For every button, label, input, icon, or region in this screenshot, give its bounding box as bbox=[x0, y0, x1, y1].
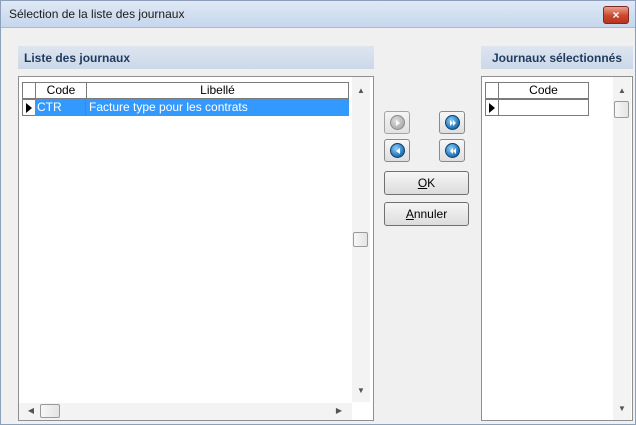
column-header-code[interactable]: Code bbox=[498, 82, 589, 99]
vertical-scrollbar[interactable]: ▲ ▼ bbox=[613, 77, 631, 420]
table-row[interactable]: CTR Facture type pour les contrats bbox=[35, 99, 349, 116]
cell-libelle: Facture type pour les contrats bbox=[89, 100, 248, 114]
title-bar[interactable]: Sélection de la liste des journaux × bbox=[1, 1, 635, 28]
scroll-up-icon[interactable]: ▲ bbox=[352, 83, 370, 99]
double-arrow-left-icon bbox=[445, 143, 460, 158]
scroll-down-icon[interactable]: ▼ bbox=[352, 383, 370, 399]
add-all-button[interactable] bbox=[439, 111, 465, 134]
close-icon: × bbox=[612, 8, 620, 22]
add-one-button[interactable] bbox=[384, 111, 410, 134]
scroll-down-icon[interactable]: ▼ bbox=[613, 401, 631, 417]
row-indicator bbox=[485, 99, 499, 116]
selected-journals-grid[interactable]: Code ▲ ▼ bbox=[481, 76, 633, 421]
scroll-up-icon[interactable]: ▲ bbox=[613, 83, 631, 99]
current-row-icon bbox=[26, 103, 32, 113]
vertical-scroll-thumb[interactable] bbox=[614, 101, 629, 118]
header-corner-cell bbox=[485, 82, 499, 99]
vertical-scrollbar[interactable]: ▲ ▼ bbox=[352, 77, 370, 402]
scroll-right-icon[interactable]: ▶ bbox=[330, 403, 348, 419]
journal-list-grid[interactable]: Code Libellé CTR Facture type pour les c… bbox=[18, 76, 374, 421]
cancel-mnemonic: A bbox=[405, 207, 414, 221]
remove-one-button[interactable] bbox=[384, 139, 410, 162]
remove-all-button[interactable] bbox=[439, 139, 465, 162]
ok-button[interactable]: OK bbox=[384, 171, 469, 195]
row-indicator bbox=[22, 99, 36, 116]
vertical-scroll-thumb[interactable] bbox=[353, 232, 368, 247]
cancel-button[interactable]: Annuler bbox=[384, 202, 469, 226]
horizontal-scrollbar[interactable]: ◀ ▶ bbox=[19, 403, 352, 420]
window-title: Sélection de la liste des journaux bbox=[9, 7, 185, 21]
close-button[interactable]: × bbox=[603, 6, 629, 24]
cancel-label-rest: nnuler bbox=[413, 207, 448, 221]
scroll-left-icon[interactable]: ◀ bbox=[22, 403, 40, 419]
double-arrow-right-icon bbox=[445, 115, 460, 130]
current-row-icon bbox=[489, 103, 495, 113]
ok-mnemonic: O bbox=[417, 176, 428, 190]
ok-label-rest: K bbox=[427, 176, 436, 190]
arrow-right-icon bbox=[390, 115, 405, 130]
selected-journals-header: Journaux sélectionnés bbox=[481, 46, 633, 69]
journal-list-header: Liste des journaux bbox=[18, 46, 374, 69]
dialog-window: Sélection de la liste des journaux × Lis… bbox=[0, 0, 636, 425]
cell-code[interactable] bbox=[498, 100, 588, 117]
column-header-code[interactable]: Code bbox=[35, 82, 87, 99]
table-row[interactable] bbox=[498, 99, 589, 116]
horizontal-scroll-thumb[interactable] bbox=[40, 404, 60, 418]
cell-code: CTR bbox=[35, 99, 86, 116]
column-header-libelle[interactable]: Libellé bbox=[86, 82, 349, 99]
header-corner-cell bbox=[22, 82, 36, 99]
arrow-left-icon bbox=[390, 143, 405, 158]
